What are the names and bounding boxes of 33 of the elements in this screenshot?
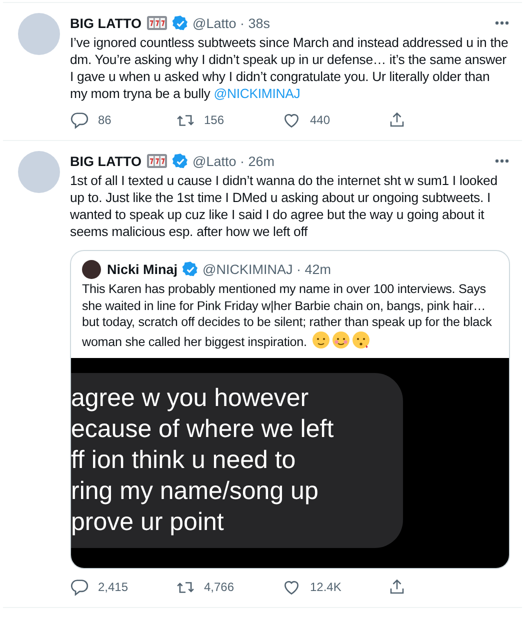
share-icon[interactable]	[388, 111, 406, 129]
reply-icon[interactable]	[70, 578, 89, 596]
handle-and-time: @Latto · 38s	[192, 16, 270, 30]
tweet-text: 1st of all I texted u cause I didn’t wanna do the internet sht w sum1 I looked up to. Just like the 1st time I DMed u asking about ur ongoing subtweets. I wanted to speak up cuz like I said I do agree but the way u going about it seems malicious esp. after how we left off	[70, 172, 498, 240]
reply-icon[interactable]	[70, 110, 89, 130]
more-icon[interactable]	[494, 20, 510, 26]
slot-machine-icon	[146, 15, 168, 31]
retweet-count: 156	[204, 113, 224, 127]
author-name[interactable]: BIG LATTO	[70, 154, 142, 168]
author-name[interactable]: BIG LATTO	[70, 16, 142, 30]
more-icon[interactable]	[494, 158, 510, 164]
handle-and-time: @NICKIMINAJ · 42m	[202, 262, 331, 276]
message-text: ring my name/song up	[71, 476, 320, 507]
face-icon	[312, 330, 330, 348]
quoted-tweet-text: This Karen has probably mentioned my name in over 100 interviews. Says she waited in line for Pink Friday w|her Barbie chain on, bangs, pink hair…but today, scratch off decides to be silent; rather than speak up for the black woman she called her biggest inspiration.	[82, 281, 493, 350]
face-icon	[332, 330, 350, 348]
share-icon[interactable]	[388, 578, 406, 596]
like-count: 12.4K	[310, 580, 342, 594]
face-icon	[352, 330, 370, 348]
reply-count: 86	[98, 113, 112, 127]
retweet-count: 4,766	[204, 580, 234, 594]
tweet-text: I’ve ignored countless subtweets since March and instead addressed u in the dm. You’re asking why I didn’t speak up in ur defense… it’s the same answer I gave u when u asked why I didn’t congratulate you. Ur literally older than my mom tryna be a bully @NICKIMINAJ	[70, 34, 510, 102]
like-count: 440	[310, 113, 330, 127]
message-text: prove ur point	[71, 507, 225, 538]
slot-machine-icon	[146, 153, 168, 169]
message-text: ecause of where we left	[71, 414, 335, 445]
avatar[interactable]	[82, 260, 101, 278]
quoted-tweet[interactable]	[70, 250, 510, 569]
handle-and-time: @Latto · 26m	[192, 154, 274, 168]
reply-count: 2,415	[98, 580, 128, 594]
message-text: ff ion think u need to	[71, 445, 297, 476]
message-text: agree w you however	[71, 383, 310, 414]
author-name[interactable]: Nicki Minaj	[107, 262, 178, 276]
